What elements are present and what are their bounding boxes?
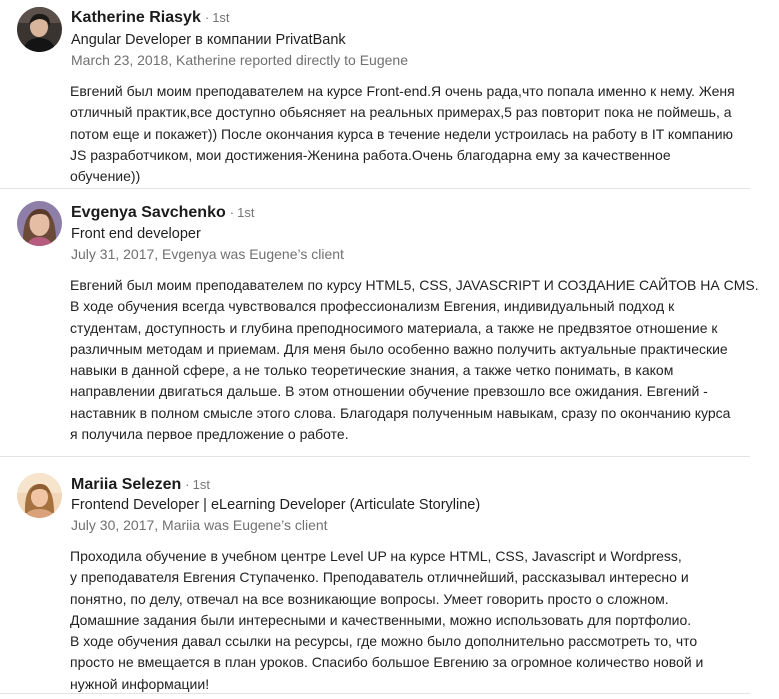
text-line: В ходе обучения всегда чувствовался проф… — [70, 298, 675, 315]
degree-separator: · — [229, 205, 235, 220]
degree-label: 1st — [237, 205, 255, 220]
recommendation-text: Евгений был моим преподавателем по курсу… — [70, 275, 759, 445]
text-line: направлении двигаться дальше. В этом отн… — [70, 383, 708, 400]
degree-separator: · — [185, 477, 190, 492]
text-line: отличный практик,все доступно обьясняет … — [70, 104, 732, 121]
divider — [0, 693, 750, 694]
text-line: понятно, по делу, отвечал на все возника… — [70, 590, 669, 607]
name-line: Mariia Selezen · 1st — [71, 476, 210, 494]
recommendation-meta: July 30, 2017, Mariia was Eugene’s clien… — [71, 517, 328, 533]
divider — [0, 456, 750, 457]
text-line: нужной информации! — [70, 675, 210, 692]
text-line: Евгений был моим преподавателем по курсу… — [70, 277, 759, 293]
recommender-headline: Front end developer — [71, 226, 201, 242]
avatar[interactable] — [17, 7, 62, 52]
text-line: наставник в полном смысле этого слова. Б… — [70, 404, 731, 421]
name-line: Evgenya Savchenko · 1st — [71, 204, 254, 222]
connection-degree: · 1st — [185, 477, 210, 492]
recommender-name[interactable]: Katherine Riasyk — [71, 9, 201, 26]
text-line: В ходе обучения давал ссылки на ресурсы,… — [70, 633, 698, 650]
person-avatar-icon — [17, 201, 62, 246]
avatar[interactable] — [17, 201, 62, 246]
connection-degree: · 1st — [205, 10, 230, 25]
text-line: обучение)) — [70, 168, 141, 185]
text-line: JS разработчиком, мои достижения-Женина … — [70, 146, 671, 163]
person-avatar-icon — [17, 473, 62, 518]
text-line: Евгений был моим преподавателем на курсе… — [70, 83, 735, 99]
text-line: студентам, доступность и глубина преподн… — [70, 319, 718, 336]
recommender-headline: Angular Developer в компании PrivatBank — [71, 32, 346, 48]
degree-separator: · — [204, 10, 210, 25]
text-line: навыки в данной сфере, а не только теоре… — [70, 362, 674, 379]
recommender-headline: Frontend Developer | eLearning Developer… — [71, 497, 481, 513]
name-line: Katherine Riasyk · 1st — [71, 9, 230, 27]
recommender-name[interactable]: Mariia Selezen — [71, 476, 181, 493]
recommendation-text: Проходила обучение в учебном центре Leve… — [70, 546, 735, 695]
degree-label: 1st — [192, 477, 210, 492]
avatar[interactable] — [17, 473, 62, 518]
connection-degree: · 1st — [230, 205, 255, 220]
divider — [0, 188, 750, 189]
text-line: Домашние задания были интересными и каче… — [70, 611, 692, 628]
text-line: у преподавателя Евгения Ступаченко. Преп… — [70, 569, 689, 586]
text-line: просто не вмещается в план уроков. Спаси… — [70, 654, 704, 671]
text-line: потом еще и покажет)) После окончания ку… — [70, 125, 734, 142]
person-avatar-icon — [17, 7, 62, 52]
recommendation-text: Евгений был моим преподавателем на курсе… — [70, 81, 735, 187]
recommendation-meta: March 23, 2018, Katherine reported direc… — [71, 52, 408, 68]
recommendation-meta: July 31, 2017, Evgenya was Eugene’s clie… — [71, 246, 344, 262]
text-line: Проходила обучение в учебном центре Leve… — [70, 548, 682, 564]
recommender-name[interactable]: Evgenya Savchenko — [71, 204, 226, 221]
degree-label: 1st — [212, 10, 230, 25]
text-line: различным методам и приемам. Для меня бы… — [70, 340, 728, 357]
text-line: я получила первое предложение о работе. — [70, 426, 349, 443]
